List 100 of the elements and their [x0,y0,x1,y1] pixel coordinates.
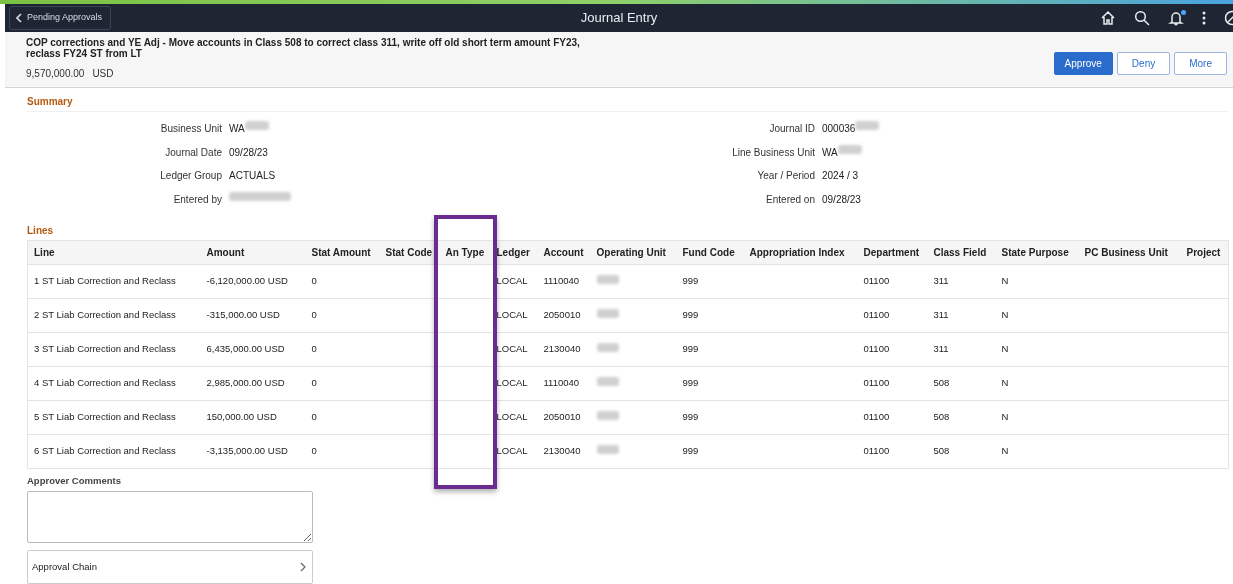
table-cell: 01100 [863,377,890,389]
table-cell: 01100 [863,343,890,355]
column-header: An Type [439,240,491,265]
field-label: Journal ID [768,122,815,136]
table-cell: 311 [933,275,949,287]
journal-description: COP corrections and YE Adj - Move accounts in Class 508 to correct class 311, write off old short term amount FY23, reclass FY24 ST from LT [26,37,581,59]
table-cell: -6,120,000.00 USD [206,275,288,287]
table-cell: LOCAL [496,411,528,423]
table-cell: 508 [933,377,950,389]
column-header: Class Field [927,240,996,265]
field-value: WA [822,145,838,160]
approve-button[interactable]: Approve [1053,52,1113,75]
table-cell: 2050010 [543,309,581,321]
column-header: Appropriation Index [743,240,858,265]
column-header: Department [857,240,928,265]
field-value: 2024 / 3 [822,169,859,183]
column-header: Account [537,240,591,265]
field-label: Entered on [765,192,815,207]
table-cell: 311 [933,309,949,321]
table-cell: 01100 [863,411,890,423]
table-cell: N [1001,309,1009,321]
table-cell: 1110040 [543,377,580,389]
field-value: 09/28/23 [229,145,268,160]
back-button[interactable]: Pending Approvals [9,6,112,30]
comments-field[interactable] [27,491,313,544]
home-icon[interactable] [1100,9,1116,27]
more-icon[interactable] [1202,9,1206,27]
field-value: 000036 [822,122,856,136]
table-cell: 01100 [863,275,890,287]
page-title: Journal Entry [580,10,658,26]
table-cell: 0 [311,309,317,321]
section-title: Summary [27,88,1228,112]
total-amount: 9,570,000.00 [26,67,85,81]
table-cell: 1 ST Liab Correction and Reclass [34,275,176,287]
table-cell: 0 [311,445,317,457]
table-cell: 01100 [863,309,890,321]
table-cell: 3 ST Liab Correction and Reclass [34,343,176,355]
column-header: Fund Code [676,240,744,265]
field-label: Journal Date [164,145,222,160]
table-cell: -315,000.00 USD [206,309,280,321]
column-header: Line [27,240,201,265]
table-cell: 999 [682,377,699,389]
table-cell: N [1001,411,1009,423]
table-cell: LOCAL [496,343,528,355]
column-header: Stat Amount [305,240,380,265]
table-cell: N [1001,377,1009,389]
comments-label: Approver Comments [27,474,122,488]
field-label: Year / Period [756,169,815,183]
table-cell: -3,135,000.00 USD [206,445,288,457]
field-label: Line Business Unit [731,145,815,160]
section-title: Lines [27,224,55,238]
table-cell: 508 [933,411,950,423]
table-cell: 4 ST Liab Correction and Reclass [34,377,176,389]
column-header: State Purpose [995,240,1079,265]
column-header: Project [1180,240,1229,265]
table-cell: 2130040 [543,343,581,355]
table-cell: 1110040 [543,275,580,287]
table-cell: 6,435,000.00 USD [206,343,285,355]
field-value: 09/28/23 [822,192,861,207]
table-cell: 999 [682,309,699,321]
back-icon [16,13,22,23]
notification-icon[interactable] [1168,9,1184,27]
table-cell: 0 [311,377,317,389]
table-cell: 0 [311,343,317,355]
table-cell: 0 [311,411,317,423]
field-label: Business Unit [159,122,222,136]
column-header: Operating Unit [590,240,677,265]
action-button[interactable]: More [1174,52,1227,75]
field-value: ACTUALS [229,169,276,183]
chevron-icon [300,562,306,573]
table-cell: 999 [682,343,699,355]
table-cell: LOCAL [496,445,528,457]
table-cell: 0 [311,275,317,287]
search-icon[interactable] [1134,9,1150,27]
column-header: Amount [200,240,306,265]
table-cell: 999 [682,411,699,423]
column-header: PC Business Unit [1078,240,1181,265]
table-cell: 999 [682,275,699,287]
table-cell: LOCAL [496,275,528,287]
circle-slash-icon[interactable] [1224,9,1233,27]
column-header: Stat Code [379,240,440,265]
table-cell: 2 ST Liab Correction and Reclass [34,309,176,321]
action-button[interactable]: Deny [1116,52,1171,75]
table-cell: 2,985,000.00 USD [206,377,285,389]
table-cell: LOCAL [496,309,528,321]
table-cell: N [1001,343,1009,355]
table-cell: N [1001,445,1009,457]
currency: USD [92,67,114,81]
field-label: Ledger Group [159,169,222,183]
table-cell: 508 [933,445,950,457]
field-value: WA [229,122,245,136]
table-cell: 6 ST Liab Correction and Reclass [34,445,176,457]
table-cell: 311 [933,343,949,355]
table-cell: 2050010 [543,411,581,423]
table-cell: 999 [682,445,699,457]
table-cell: LOCAL [496,377,528,389]
table-cell: 150,000.00 USD [206,411,277,423]
field-label: Entered by [172,192,222,207]
table-cell: 5 ST Liab Correction and Reclass [34,411,176,423]
approval-chain-button[interactable]: Approval Chain [27,550,313,584]
